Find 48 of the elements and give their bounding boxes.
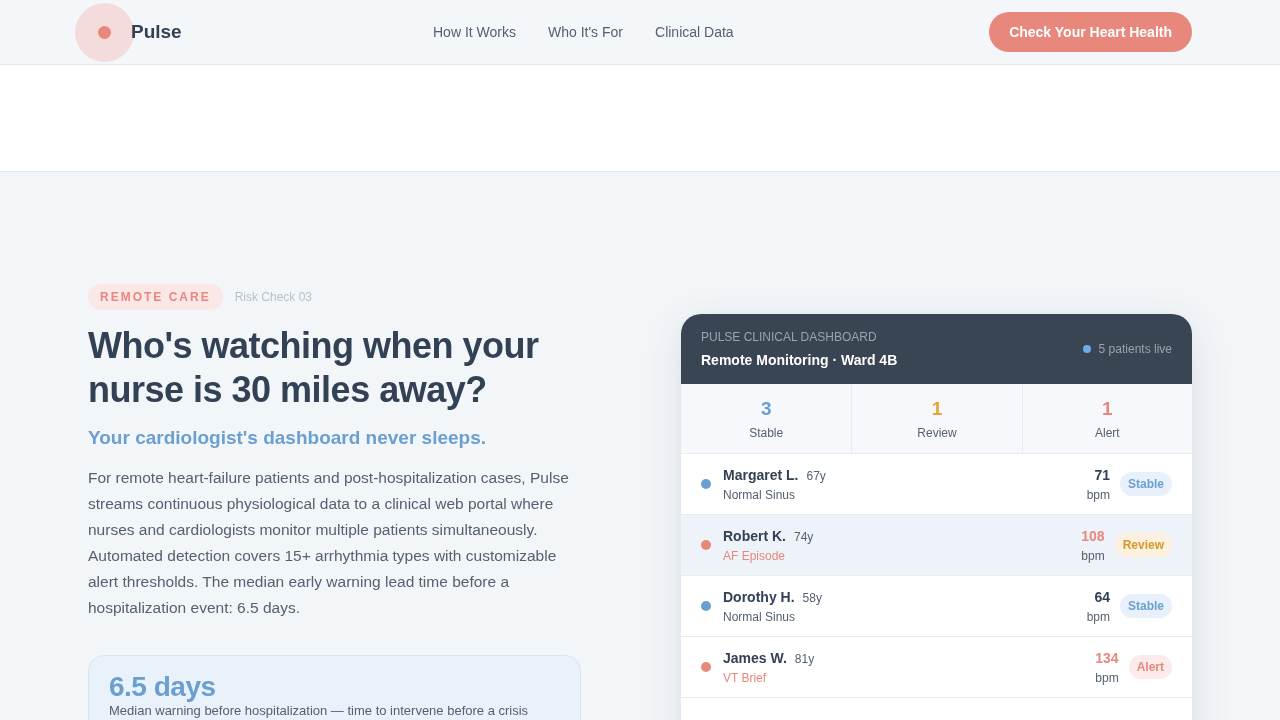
headline: Who's watching when your nurse is 30 miles away? [88,324,540,412]
status-badge: Stable [1120,472,1172,496]
stat-caption: Median warning before hospitalization — time to intervene before a crisis [109,703,530,718]
nav-link[interactable]: How It Works [433,21,516,43]
rhythm-label: VT Brief [723,669,768,687]
patient-name: Robert K. [723,526,786,546]
heart-rate-unit: bpm [1081,547,1105,565]
nav-link[interactable]: Who It's For [548,21,623,43]
body-paragraph: For remote heart-failure patients and post-hospitalization cases, Pulse streams continuous physiological data to a clinical web portal where nurses and cardiologists monitor multiple patients simultaneously. Automated detection covers 15+ arrhythmia types with customizable alert thresholds. The median early warning lead time before a hospitalization event: 6.5 days. [88,467,570,618]
heart-rate: 64 [1094,587,1110,607]
heart-rate-unit: bpm [1086,608,1110,626]
summary-count: 1 [931,397,943,422]
summary-label: Stable [749,424,784,442]
dashboard-eyebrow: PULSE CLINICAL DASHBOARD [701,328,878,346]
heart-rate-unit: bpm [1086,486,1110,504]
patient-age: 67y [806,467,826,485]
tag-note: Risk Check 03 [234,289,313,306]
status-badge: Review [1114,533,1172,557]
live-count: 5 patients live [1098,341,1172,358]
status-badge: Alert [1128,655,1172,679]
rhythm-label: Normal Sinus [723,486,797,504]
nav-link[interactable]: Clinical Data [655,21,734,43]
heart-rate: 71 [1094,465,1110,485]
heart-rate-unit: bpm [1095,669,1119,687]
stat-value: 6.5 days [109,671,217,702]
summary-count: 3 [760,397,772,422]
summary-label: Review [917,424,957,442]
brand-name: Pulse [131,19,182,44]
summary-count: 1 [1102,397,1113,422]
category-tag: REMOTE CARE [88,284,223,310]
patient-row[interactable]: James W. 81y VT Brief 134 bpm Alert [681,637,1192,698]
status-badge: Stable [1120,594,1172,618]
summary-label: Alert [1094,424,1120,442]
heart-rate: 134 [1095,648,1119,668]
heart-rate: 108 [1081,526,1105,546]
dashboard-title: Remote Monitoring · Ward 4B [701,350,898,370]
patient-name: Margaret L. [723,465,799,485]
rhythm-label: AF Episode [723,547,787,565]
subheadline: Your cardiologist's dashboard never sleeps. [88,426,487,450]
patient-row[interactable]: Margaret L. 67y Normal Sinus 71 bpm Stable [681,454,1192,515]
patient-row[interactable]: Robert K. 74y AF Episode 108 bpm Review [681,515,1192,576]
patient-age: 74y [794,528,814,546]
patient-name: James W. [723,648,787,668]
patient-row[interactable]: Dorothy H. 58y Normal Sinus 64 bpm Stable [681,576,1192,637]
patient-name: Dorothy H. [723,587,795,607]
patient-age: 81y [794,650,815,668]
patient-age: 58y [802,589,822,607]
rhythm-label: Normal Sinus [723,608,797,626]
